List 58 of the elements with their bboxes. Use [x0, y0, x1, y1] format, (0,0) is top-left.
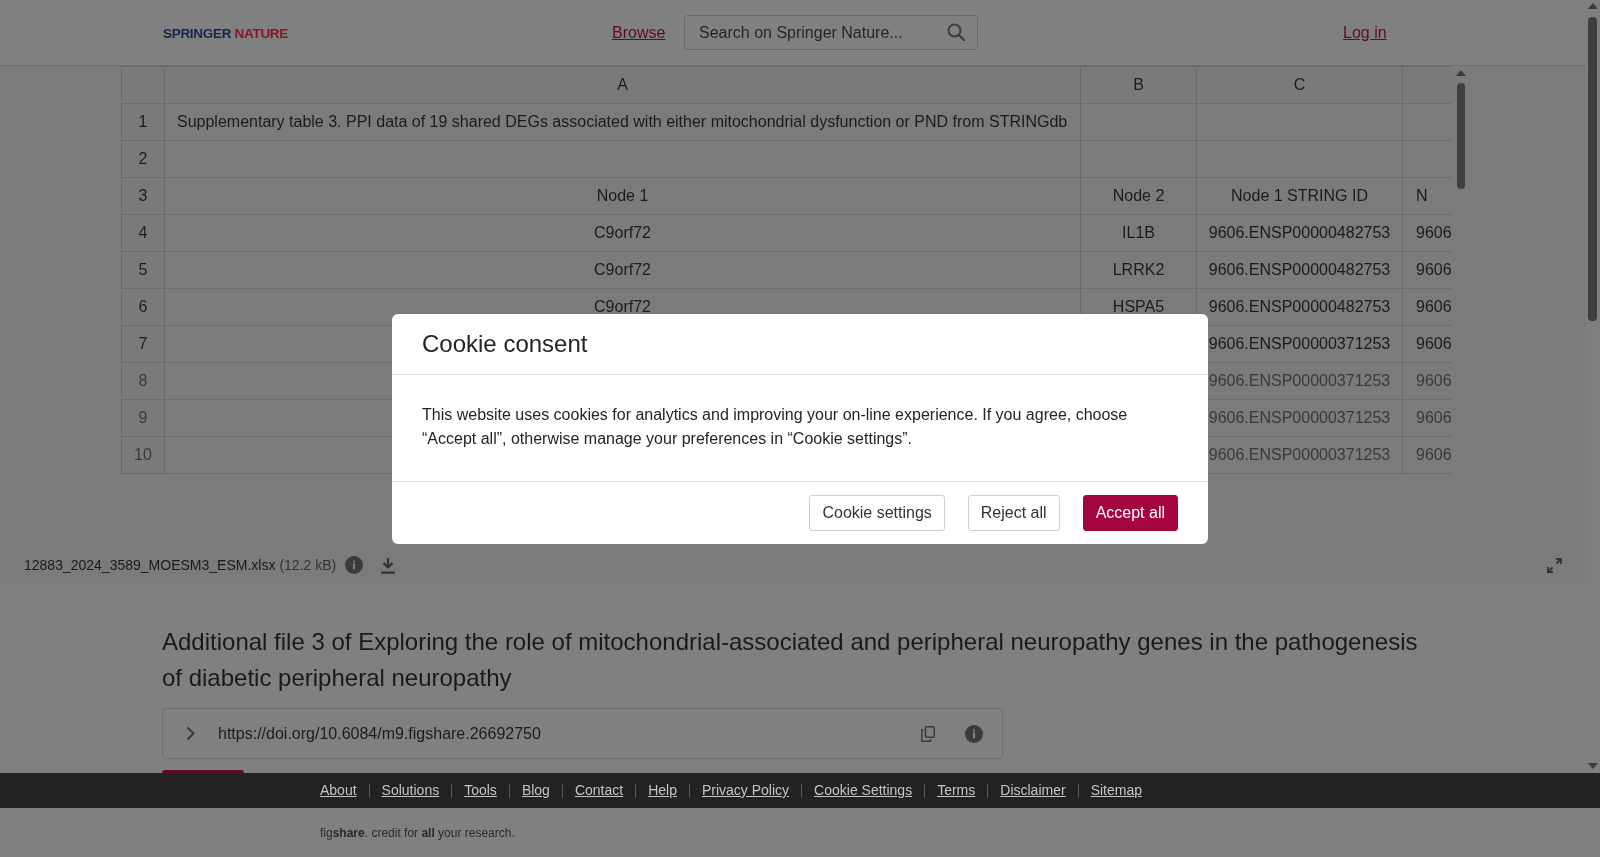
table-cell: C9orf72 — [164, 251, 1081, 289]
info-icon[interactable] — [345, 556, 364, 574]
search-icon[interactable] — [947, 23, 965, 41]
up-arrow-icon[interactable] — [1587, 3, 1598, 9]
search-field[interactable]: Search on Springer Nature... — [684, 15, 978, 50]
file-name: 12883_2024_3589_MOESM3_ESM.xlsx — [24, 555, 276, 575]
row-number: 4 — [121, 214, 165, 252]
table-cell: Node 1 STRING ID — [1196, 177, 1403, 215]
logo[interactable]: SPRINGER NATURE — [163, 26, 289, 40]
table-cell: Node 1 — [164, 177, 1081, 215]
row-number: 1 — [121, 103, 165, 141]
row-number: 10 — [121, 436, 165, 474]
column-header: A — [164, 66, 1081, 104]
column-header: C — [1196, 66, 1403, 104]
table-cell: C9orf72 — [164, 214, 1081, 252]
table-cell: IL1B — [1080, 214, 1197, 252]
file-size: (12.2 kB) — [279, 555, 337, 575]
download-icon[interactable] — [380, 556, 397, 574]
footer-link[interactable]: Contact — [574, 780, 624, 801]
row-number: 7 — [121, 325, 165, 363]
expand-icon[interactable] — [1547, 557, 1562, 573]
row-number: 3 — [121, 177, 165, 215]
info-icon[interactable] — [965, 724, 983, 743]
footer-link[interactable]: Cookie Settings — [814, 780, 913, 801]
up-arrow-icon[interactable] — [1455, 70, 1466, 76]
dialog-button[interactable]: Reject all — [967, 495, 1060, 531]
footer-link[interactable]: Privacy Policy — [701, 780, 790, 801]
footer-link[interactable]: Solutions — [381, 780, 440, 801]
table-cell: Node 2 — [1080, 177, 1197, 215]
footer-link[interactable]: Terms — [937, 780, 976, 801]
table-cell: LRRK2 — [1080, 251, 1197, 289]
row-number: 9 — [121, 399, 165, 437]
column-header: B — [1080, 66, 1197, 104]
doi-link[interactable]: https://doi.org/10.6084/m9.figshare.26692750 — [218, 721, 541, 746]
down-arrow-icon[interactable] — [1587, 763, 1598, 769]
tagline: figshare. credit for all your research. — [320, 824, 515, 842]
row-number: 2 — [121, 140, 165, 178]
copy-icon[interactable] — [921, 725, 935, 742]
footer-link[interactable]: Blog — [521, 780, 550, 801]
dialog-message: This website uses cookies for analytics and improving your on-line experience. If you agree, choose “Accept all”, otherwise manage your preferences in “Cookie settings”. — [422, 405, 1129, 449]
scrollbar-thumb[interactable] — [1456, 83, 1465, 189]
table-cell: 9606.ENSP00000482753 — [1196, 251, 1403, 289]
page-title: Additional file 3 of Exploring the role of mitochondrial-associated and peripheral neuropathy genes in the pathogenesis of diabetic peripheral neuropathy — [162, 627, 1419, 693]
footer-link[interactable]: Tools — [464, 780, 497, 801]
dialog-button[interactable]: Cookie settings — [809, 495, 945, 531]
row-number: 8 — [121, 362, 165, 400]
footer-link[interactable]: Disclaimer — [1000, 780, 1066, 801]
table-cell: Supplementary table 3. PPI data of 19 shared DEGs associated with either mitochondrial dysfunction or PND from STRINGdb — [164, 103, 1081, 141]
row-number: 6 — [121, 288, 165, 326]
row-number: 5 — [121, 251, 165, 289]
footer-link[interactable]: About — [320, 780, 357, 801]
scrollbar-thumb[interactable] — [1588, 17, 1597, 321]
footer-link[interactable]: Sitemap — [1090, 780, 1142, 801]
chevron-right-icon[interactable] — [186, 726, 195, 741]
dialog-button[interactable]: Accept all — [1082, 495, 1178, 531]
dialog-title: Cookie consent — [422, 329, 588, 359]
table-cell: 9606.ENSP00000482753 — [1196, 214, 1403, 252]
footer-link[interactable]: Help — [648, 780, 677, 801]
